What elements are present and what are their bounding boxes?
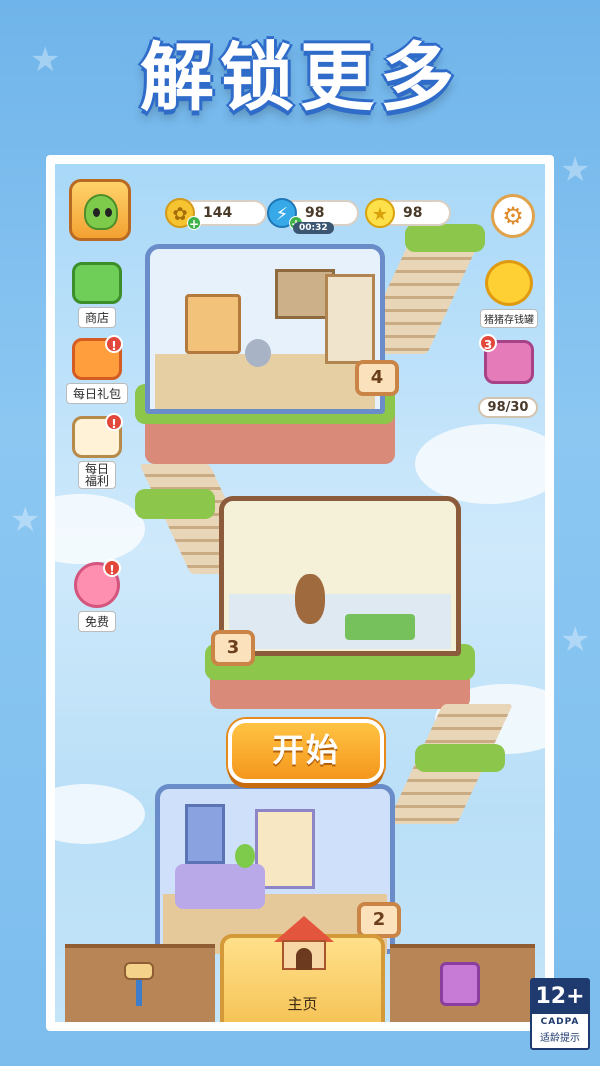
paw-book-icon <box>440 962 480 1006</box>
piggy-bank-button[interactable]: 猪猪存钱罐 <box>473 260 545 328</box>
shop-button[interactable]: 商店 <box>65 262 129 328</box>
settings-gear-icon[interactable]: ⚙ <box>491 194 535 238</box>
checklist-icon: ! <box>72 413 123 458</box>
grass-block <box>405 224 485 264</box>
chest-progress: 98/30 <box>477 397 539 418</box>
coin-counter[interactable]: ✿ 144 + <box>165 198 267 231</box>
game-screen: 4 3 2 ✿ 144 + ⚡ 98 00:32 ★ 98 ⚙ 商店 ! 每日礼… <box>55 164 545 1022</box>
floor-4-room[interactable] <box>135 234 395 464</box>
cloud <box>55 784 145 844</box>
background-star-icon: ★ <box>560 620 591 660</box>
age-rating: 12+ <box>532 980 588 1014</box>
floor-3-level-badge[interactable]: 3 <box>211 630 255 666</box>
chest-count-badge: 3 <box>479 334 497 352</box>
daily-welfare-button[interactable]: ! 每日 福利 <box>65 413 129 489</box>
tab-home[interactable]: 主页 <box>220 916 385 1022</box>
gift-box-icon: ! <box>72 335 123 380</box>
grass-block <box>135 464 215 524</box>
player-avatar[interactable] <box>69 179 131 241</box>
age-rating-org: CADPA <box>540 1017 580 1027</box>
notification-dot: ! <box>105 335 123 353</box>
energy-timer: 00:32 <box>293 222 334 234</box>
floor-3-room[interactable] <box>205 484 475 714</box>
tab-decorate[interactable] <box>65 944 215 1022</box>
alien-avatar-icon <box>84 194 118 230</box>
coin-value: 144 <box>203 205 233 221</box>
promo-headline: 解锁更多 <box>140 35 460 121</box>
tab-album[interactable] <box>390 944 535 1022</box>
star-value: 98 <box>403 205 423 221</box>
treasure-chest-button[interactable]: 3 98/30 <box>473 334 545 418</box>
medal-icon: ! <box>74 559 121 608</box>
house-icon <box>274 916 334 974</box>
background-star-icon: ★ <box>560 150 591 190</box>
star-counter[interactable]: ★ 98 <box>365 198 451 228</box>
start-button[interactable]: 开始 <box>228 719 384 783</box>
shopping-basket-icon <box>72 262 122 304</box>
age-rating-badge: 12+ CADPA 适龄提示 <box>530 978 590 1050</box>
daily-gift-label: 每日礼包 <box>65 383 128 404</box>
phone-frame: 4 3 2 ✿ 144 + ⚡ 98 00:32 ★ 98 ⚙ 商店 ! 每日礼… <box>46 155 554 1031</box>
paint-roller-icon <box>120 962 158 1008</box>
piggy-bank-icon <box>485 260 533 306</box>
bottom-nav: 主页 <box>55 916 545 1022</box>
floor-2-level-badge[interactable]: 2 <box>357 902 401 938</box>
grass-block <box>415 744 505 794</box>
energy-value: 98 <box>305 205 325 221</box>
background-star-icon: ★ <box>10 500 41 540</box>
notification-dot: ! <box>105 413 123 431</box>
floor-4-level-badge[interactable]: 4 <box>355 360 399 396</box>
daily-gift-button[interactable]: ! 每日礼包 <box>65 335 129 404</box>
notification-dot: ! <box>103 559 121 577</box>
cloud <box>55 494 145 564</box>
free-label: 免费 <box>77 611 116 632</box>
daily-welfare-label: 每日 福利 <box>77 461 116 489</box>
tab-home-label: 主页 <box>287 995 318 1013</box>
free-button[interactable]: ! 免费 <box>65 559 129 632</box>
shop-label: 商店 <box>77 307 116 328</box>
piggy-bank-label: 猪猪存钱罐 <box>480 309 538 328</box>
age-rating-note: 适龄提示 <box>540 1033 580 1044</box>
star-icon: ★ <box>365 198 395 228</box>
add-coins-icon[interactable]: + <box>187 216 201 231</box>
